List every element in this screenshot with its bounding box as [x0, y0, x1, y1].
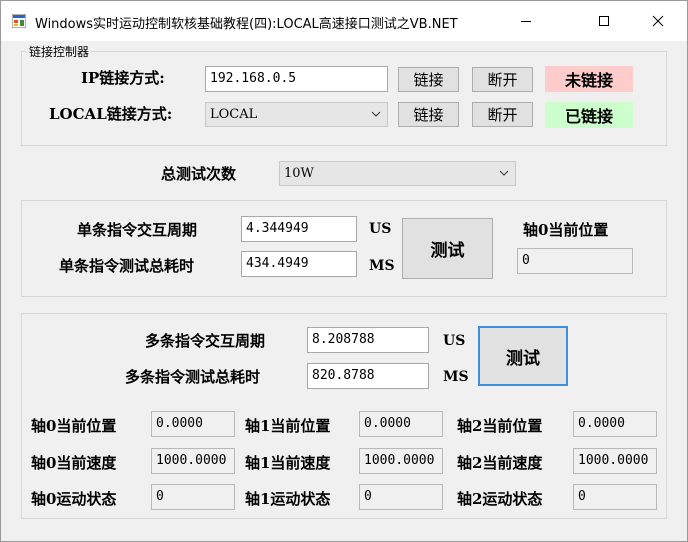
app-window: Windows实时运动控制软核基础教程(四):LOCAL高速接口测试之VB.NE… — [0, 0, 688, 542]
axis2-pos-value[interactable]: 0.0000 — [573, 411, 657, 437]
local-combo[interactable]: LOCAL — [205, 102, 388, 127]
multi-cycle-unit: US — [443, 333, 466, 349]
axis2-state-value[interactable]: 0 — [573, 484, 657, 510]
ip-disconnect-button[interactable]: 断开 — [472, 67, 533, 92]
multi-total-label: 多条指令测试总耗时 — [125, 368, 261, 386]
close-button[interactable] — [635, 1, 681, 41]
link-controller-group-label: 链接控制器 — [27, 43, 92, 60]
axis1-pos-value[interactable]: 0.0000 — [359, 411, 443, 437]
local-disconnect-button[interactable]: 断开 — [472, 102, 533, 127]
axis1-state-label: 轴1运动状态 — [245, 490, 331, 508]
axis0-speed-label: 轴0当前速度 — [31, 454, 117, 472]
single-test-button[interactable]: 测试 — [402, 218, 493, 279]
axis2-state-label: 轴2运动状态 — [457, 490, 543, 508]
axis2-pos-label: 轴2当前位置 — [457, 417, 543, 435]
status-unlinked: 未链接 — [545, 66, 633, 92]
axis0-state-label: 轴0运动状态 — [31, 490, 117, 508]
single-total-unit: MS — [369, 258, 395, 274]
total-tests-value: 10W — [284, 166, 314, 181]
single-axis0-pos-value[interactable]: 0 — [517, 248, 633, 274]
close-icon — [652, 15, 664, 27]
total-tests-label: 总测试次数 — [161, 165, 237, 183]
status-linked: 已链接 — [545, 102, 633, 128]
local-connect-button[interactable]: 链接 — [398, 102, 459, 127]
chevron-down-icon — [499, 170, 509, 176]
ip-address-input[interactable]: 192.168.0.5 — [205, 66, 388, 92]
multi-cycle-value[interactable]: 8.208788 — [307, 327, 429, 353]
local-combo-value: LOCAL — [210, 107, 258, 122]
chevron-down-icon — [371, 111, 381, 117]
axis2-speed-value[interactable]: 1000.0000 — [573, 448, 657, 474]
ip-connect-button[interactable]: 链接 — [398, 67, 459, 92]
axis0-speed-value[interactable]: 1000.0000 — [151, 448, 235, 474]
single-axis0-pos-label: 轴0当前位置 — [523, 221, 609, 239]
axis0-pos-value[interactable]: 0.0000 — [151, 411, 235, 437]
axis1-state-value[interactable]: 0 — [359, 484, 443, 510]
local-link-label: LOCAL链接方式: — [49, 105, 173, 123]
axis0-pos-label: 轴0当前位置 — [31, 417, 117, 435]
single-cycle-unit: US — [369, 221, 392, 237]
single-cycle-value[interactable]: 4.344949 — [241, 216, 357, 242]
axis2-speed-label: 轴2当前速度 — [457, 454, 543, 472]
window-title: Windows实时运动控制软核基础教程(四):LOCAL高速接口测试之VB.NE… — [35, 17, 458, 32]
multi-total-value[interactable]: 820.8788 — [307, 363, 429, 389]
axis0-state-value[interactable]: 0 — [151, 484, 235, 510]
axis1-pos-label: 轴1当前位置 — [245, 417, 331, 435]
ip-link-label: IP链接方式: — [81, 69, 165, 87]
minimize-button[interactable] — [503, 1, 549, 41]
multi-total-unit: MS — [443, 369, 469, 385]
single-cycle-label: 单条指令交互周期 — [77, 221, 198, 239]
maximize-button[interactable] — [581, 1, 627, 41]
axis1-speed-label: 轴1当前速度 — [245, 454, 331, 472]
app-icon — [12, 14, 26, 28]
single-total-value[interactable]: 434.4949 — [241, 251, 357, 277]
multi-test-button[interactable]: 测试 — [478, 326, 568, 386]
maximize-icon — [599, 16, 609, 26]
single-total-label: 单条指令测试总耗时 — [59, 257, 195, 275]
multi-cycle-label: 多条指令交互周期 — [145, 332, 266, 350]
axis1-speed-value[interactable]: 1000.0000 — [359, 448, 443, 474]
total-tests-combo[interactable]: 10W — [279, 161, 516, 186]
title-bar[interactable]: Windows实时运动控制软核基础教程(四):LOCAL高速接口测试之VB.NE… — [1, 1, 687, 41]
minimize-icon — [521, 21, 531, 22]
